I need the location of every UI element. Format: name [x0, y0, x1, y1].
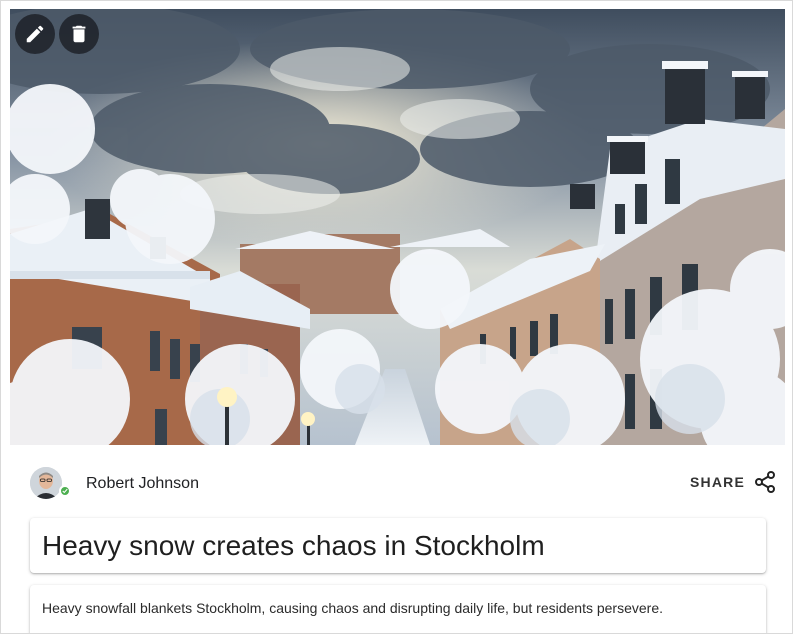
- article-card: Robert Johnson SHARE Heavy snow creates …: [0, 0, 793, 634]
- avatar-image: [30, 467, 62, 499]
- snowy-street-illustration: [10, 9, 785, 445]
- online-status-badge: [59, 485, 71, 497]
- check-icon: [62, 488, 68, 494]
- author-info: [30, 467, 62, 499]
- share-button[interactable]: SHARE: [690, 470, 777, 494]
- trash-icon: [72, 25, 86, 43]
- article-description: Heavy snowfall blankets Stockholm, causi…: [42, 600, 663, 616]
- pencil-icon: [26, 25, 44, 43]
- share-icon: [755, 471, 776, 493]
- title-card: Heavy snow creates chaos in Stockholm: [30, 518, 766, 573]
- share-label: SHARE: [690, 474, 746, 490]
- delete-button[interactable]: [59, 14, 99, 54]
- edit-button[interactable]: [15, 14, 55, 54]
- avatar[interactable]: [30, 467, 62, 499]
- author-name: Robert Johnson: [86, 475, 199, 492]
- description-card: Heavy snowfall blankets Stockholm, causi…: [30, 585, 766, 633]
- article-title: Heavy snow creates chaos in Stockholm: [42, 529, 545, 561]
- article-image: [10, 9, 785, 445]
